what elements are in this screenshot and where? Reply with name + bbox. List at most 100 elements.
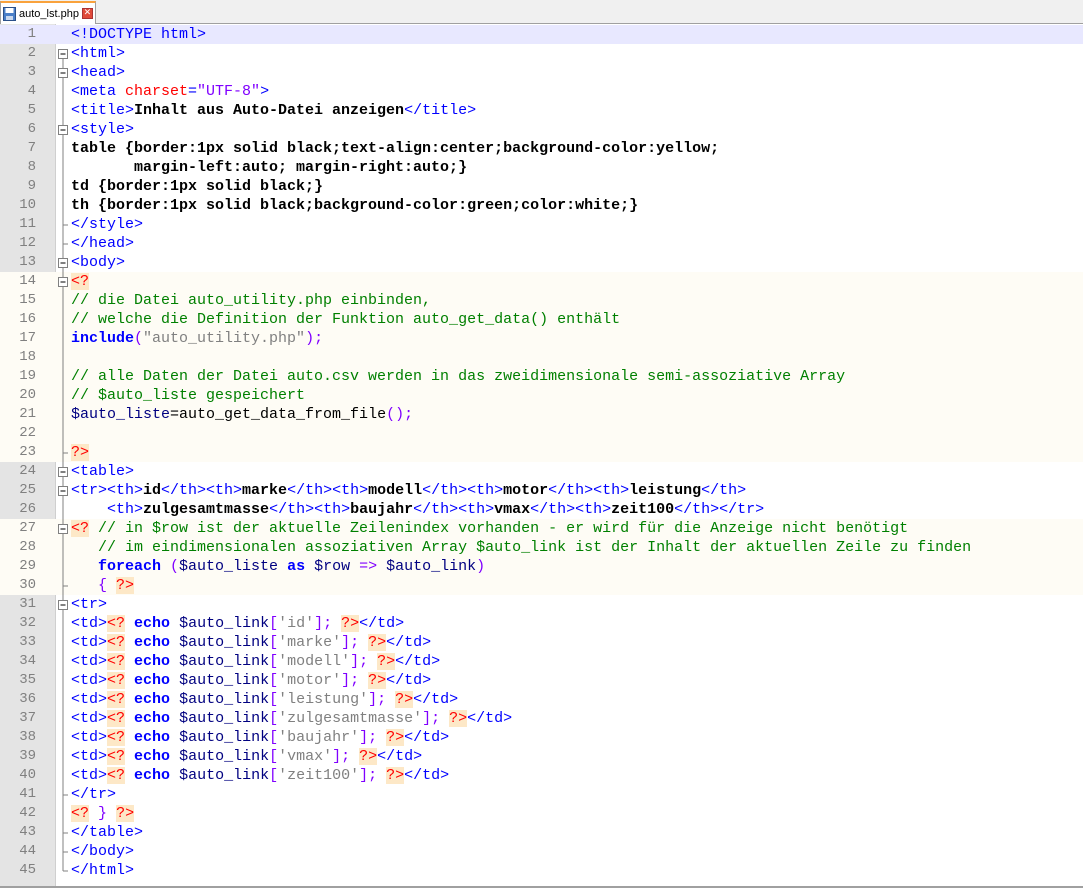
code-line[interactable]: 3 <head>: [0, 63, 1083, 82]
code-token: ?>: [386, 767, 405, 784]
fold-line-icon: [62, 804, 64, 823]
code-line[interactable]: 27 <? // in $row ist der aktuelle Zeileni…: [0, 519, 1083, 538]
code-token: <td>: [71, 691, 108, 708]
code-token: ];: [341, 634, 369, 651]
line-number: 23: [19, 444, 36, 460]
code-token: <title>: [71, 102, 135, 119]
code-token: </th><th>: [413, 501, 495, 518]
code-text: <td><? echo $auto_link['id']; ?></td>: [71, 614, 404, 633]
code-line[interactable]: 7 table {border:1px solid black;text-alig…: [0, 139, 1083, 158]
code-line[interactable]: 14 <?: [0, 272, 1083, 291]
code-line[interactable]: 36 <td><? echo $auto_link['leistung']; ?>…: [0, 690, 1083, 709]
fold-collapse-icon[interactable]: [57, 44, 69, 63]
line-number: 42: [19, 805, 36, 821]
code-line[interactable]: 25 <tr><th>id</th><th>marke</th><th>model…: [0, 481, 1083, 500]
code-line[interactable]: 40 <td><? echo $auto_link['zeit100']; ?><…: [0, 766, 1083, 785]
code-line[interactable]: 20 // $auto_liste gespeichert: [0, 386, 1083, 405]
code-line[interactable]: 5 <title>Inhalt aus Auto-Datei anzeigen</…: [0, 101, 1083, 120]
code-line[interactable]: 16 // welche die Definition der Funktion …: [0, 310, 1083, 329]
code-line[interactable]: 9 td {border:1px solid black;}: [0, 177, 1083, 196]
code-editor[interactable]: 1 <!DOCTYPE html> 2 <html> 3 <head> 4 <meta cha…: [0, 24, 1083, 886]
code-token: echo: [134, 653, 171, 670]
code-line[interactable]: 31 <tr>: [0, 595, 1083, 614]
code-line[interactable]: 18: [0, 348, 1083, 367]
code-token: $auto_link: [179, 767, 270, 784]
fold-collapse-icon[interactable]: [57, 63, 69, 82]
code-token: [: [269, 634, 279, 651]
code-line[interactable]: 33 <td><? echo $auto_link['marke']; ?></t…: [0, 633, 1083, 652]
code-token: echo: [134, 634, 171, 651]
code-token: <td>: [71, 653, 108, 670]
code-token: $auto_link: [179, 748, 270, 765]
code-token: </td>: [413, 691, 459, 708]
code-line[interactable]: 39 <td><? echo $auto_link['vmax']; ?></td…: [0, 747, 1083, 766]
code-line[interactable]: 12 </head>: [0, 234, 1083, 253]
code-token: </th><th>: [530, 501, 612, 518]
code-line[interactable]: 29 foreach ($auto_liste as $row => $auto…: [0, 557, 1083, 576]
file-tab[interactable]: auto_lst.php ✕: [0, 1, 96, 24]
fold-collapse-icon[interactable]: [57, 481, 69, 500]
code-line[interactable]: 10 th {border:1px solid black;background-…: [0, 196, 1083, 215]
code-line[interactable]: 42 <? } ?>: [0, 804, 1083, 823]
line-number: 20: [19, 387, 36, 403]
fold-line-icon: [62, 690, 64, 709]
code-line[interactable]: 17 include("auto_utility.php");: [0, 329, 1083, 348]
code-token: >: [260, 83, 270, 100]
code-text: <style>: [71, 120, 134, 139]
fold-collapse-icon[interactable]: [57, 595, 69, 614]
code-line[interactable]: 8 margin-left:auto; margin-right:auto;}: [0, 158, 1083, 177]
fold-line-icon: [62, 652, 64, 671]
code-line[interactable]: 21 $auto_liste=auto_get_data_from_file();: [0, 405, 1083, 424]
code-line[interactable]: 37 <td><? echo $auto_link['zulgesamtmasse…: [0, 709, 1083, 728]
code-token: <td>: [71, 634, 108, 651]
code-line[interactable]: 22: [0, 424, 1083, 443]
code-line[interactable]: 43 </table>: [0, 823, 1083, 842]
code-token: Inhalt aus Auto-Datei anzeigen: [134, 102, 405, 119]
line-number: 18: [19, 349, 36, 365]
code-token: <?: [71, 805, 90, 822]
code-line[interactable]: 2 <html>: [0, 44, 1083, 63]
fold-collapse-icon[interactable]: [57, 462, 69, 481]
code-token: echo: [134, 767, 171, 784]
close-icon[interactable]: ✕: [81, 8, 93, 19]
code-line[interactable]: 11 </style>: [0, 215, 1083, 234]
code-token: </body>: [71, 843, 135, 860]
code-line[interactable]: 34 <td><? echo $auto_link['modell']; ?></…: [0, 652, 1083, 671]
code-line[interactable]: 38 <td><? echo $auto_link['baujahr']; ?><…: [0, 728, 1083, 747]
code-token: </td>: [377, 748, 423, 765]
fold-collapse-icon[interactable]: [57, 253, 69, 272]
line-number: 27: [19, 520, 36, 536]
code-line[interactable]: 4 <meta charset="UTF-8">: [0, 82, 1083, 101]
fold-collapse-icon[interactable]: [57, 519, 69, 538]
code-line[interactable]: 41 </tr>: [0, 785, 1083, 804]
code-line[interactable]: 15 // die Datei auto_utility.php einbinde…: [0, 291, 1083, 310]
code-line[interactable]: 1 <!DOCTYPE html>: [0, 25, 1083, 44]
code-line[interactable]: 30 { ?>: [0, 576, 1083, 595]
code-line[interactable]: 24 <table>: [0, 462, 1083, 481]
fold-line-icon: [62, 538, 64, 557]
code-token: ];: [368, 691, 396, 708]
code-line[interactable]: 32 <td><? echo $auto_link['id']; ?></td>: [0, 614, 1083, 633]
fold-collapse-icon[interactable]: [57, 272, 69, 291]
code-line[interactable]: 19 // alle Daten der Datei auto.csv werde…: [0, 367, 1083, 386]
code-line[interactable]: 45 </html>: [0, 861, 1083, 880]
line-number: 40: [19, 767, 36, 783]
code-line[interactable]: 28 // im eindimensionalen assoziativen A…: [0, 538, 1083, 557]
code-line[interactable]: 6 <style>: [0, 120, 1083, 139]
code-token: </tr>: [71, 786, 117, 803]
code-line[interactable]: 13 <body>: [0, 253, 1083, 272]
fold-collapse-icon[interactable]: [57, 120, 69, 139]
line-number: 1: [27, 26, 36, 42]
code-token: ?>: [368, 672, 387, 689]
fold-line-icon: [62, 82, 64, 101]
code-line[interactable]: 26 <th>zulgesamtmasse</th><th>baujahr</t…: [0, 500, 1083, 519]
code-line[interactable]: 23 ?>: [0, 443, 1083, 462]
code-line[interactable]: 44 </body>: [0, 842, 1083, 861]
code-line[interactable]: 35 <td><? echo $auto_link['motor']; ?></t…: [0, 671, 1083, 690]
code-token: <td>: [71, 767, 108, 784]
tab-filename: auto_lst.php: [19, 7, 79, 20]
code-token: </td>: [395, 653, 441, 670]
